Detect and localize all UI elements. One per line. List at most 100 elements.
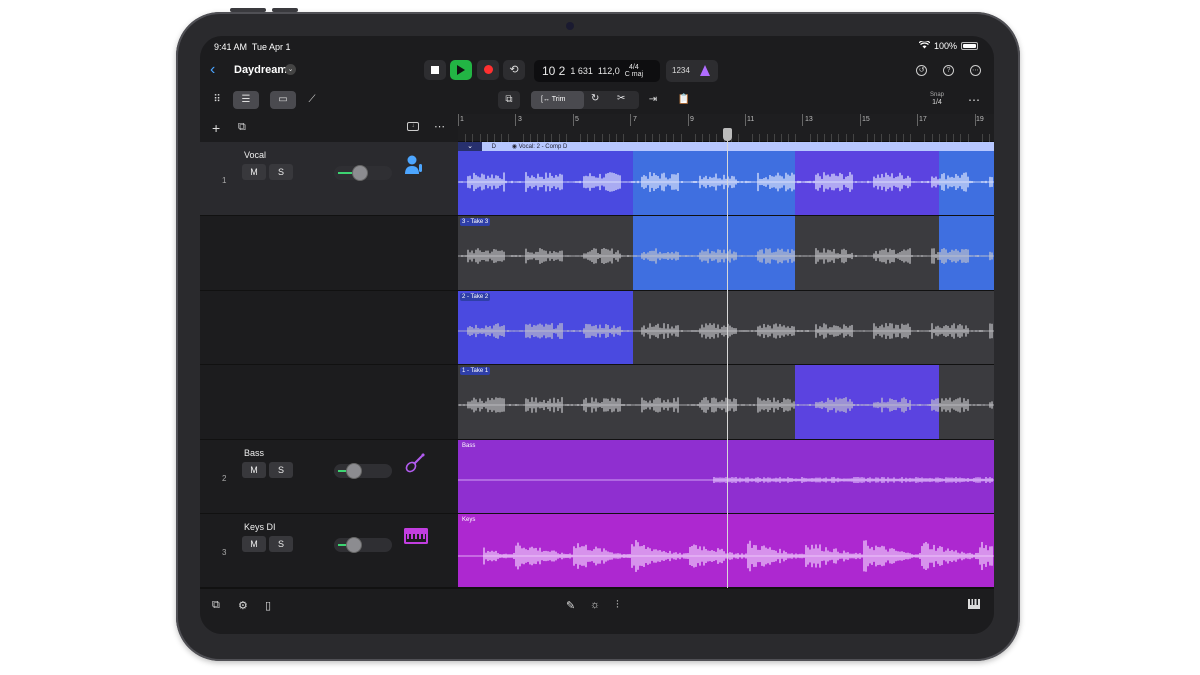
browser-icon[interactable]: ⧉ [212, 599, 220, 612]
ruler-tick [881, 134, 883, 142]
mute-button[interactable]: M [242, 462, 266, 478]
bass-lane[interactable]: Bass [458, 440, 994, 514]
ruler-tick [580, 134, 581, 142]
bar-number: 7 [633, 116, 637, 123]
history-icon[interactable]: ↺ [916, 65, 927, 76]
back-chevron-icon[interactable]: ‹ [210, 61, 215, 79]
automation-icon: ⟋ [308, 94, 316, 105]
ruler-tick [780, 134, 782, 142]
timeline[interactable]: 1 3 5 7 9 11 13 15 17 19 ⌄ D ◉ Vocal: 2 … [458, 114, 994, 588]
take-lane-header [200, 216, 458, 291]
bar-number: 15 [862, 116, 870, 123]
volume-knob[interactable] [352, 165, 368, 181]
take-lane-1[interactable]: 1 - Take 1 [458, 365, 994, 440]
status-right: 100% [918, 40, 978, 51]
play-button[interactable] [450, 60, 472, 80]
ruler-tick [623, 134, 625, 142]
tracks-view-button[interactable]: ☰ [233, 91, 259, 109]
singer-icon[interactable] [404, 154, 426, 181]
battery-percent: 100% [933, 41, 957, 51]
lcd-signature: 4/4 C maj [625, 64, 643, 78]
ruler-tick [551, 134, 553, 142]
bottom-toolbar: ⧉ ⚙ ▯ ✎ ☼ ⫶ [200, 588, 994, 634]
project-title[interactable]: Daydream [234, 64, 287, 76]
bass-guitar-icon[interactable] [404, 452, 426, 479]
bar-number: 9 [690, 116, 694, 123]
metronome-icon[interactable] [700, 65, 710, 76]
count-in-button[interactable]: 1234 [666, 60, 718, 82]
ruler-tick [924, 134, 926, 142]
piano-icon[interactable] [968, 599, 980, 612]
bar-number: 11 [747, 116, 755, 123]
ruler-tick [974, 114, 976, 126]
ruler-tick [874, 134, 876, 142]
ruler-tick [465, 134, 467, 142]
cycle-button[interactable]: ⟲ [503, 60, 525, 80]
ruler-tick [515, 114, 517, 126]
help-icon[interactable]: ? [943, 65, 954, 76]
bar-number: 13 [805, 116, 813, 123]
scissors-icon[interactable]: ✂ [617, 93, 625, 104]
mute-button[interactable]: M [242, 536, 266, 552]
track-name: Bass [244, 448, 265, 458]
add-track-icon[interactable]: + [212, 120, 220, 136]
take-lane-3[interactable]: 3 - Take 3 [458, 216, 994, 291]
play-icon [457, 65, 465, 75]
bar-number: 3 [518, 116, 522, 123]
ruler-tick [981, 134, 983, 142]
more-options-icon[interactable]: ⋯ [968, 93, 980, 107]
trim-button[interactable]: [↔ Trim [531, 91, 584, 109]
playhead-handle[interactable] [723, 128, 732, 141]
volume-slider[interactable] [334, 537, 392, 553]
ruler-tick [773, 134, 775, 142]
lcd-display[interactable]: 10 2 1 631 112,0 4/4 C maj [534, 60, 660, 82]
volume-knob[interactable] [346, 537, 362, 553]
snap-control[interactable]: Snap 1/4 [930, 91, 944, 107]
track-options-icon[interactable]: ⋯ [434, 120, 445, 133]
track-header-keys[interactable]: 3 Keys DI M S [200, 514, 458, 588]
region-view-button[interactable]: ▭ [270, 91, 296, 109]
rectangle-icon: ▭ [278, 94, 288, 105]
plugins-icon[interactable]: ☼ [590, 599, 600, 611]
mixer-icon[interactable]: ⫶ [616, 599, 619, 612]
comp-lane[interactable]: ⌄ D ◉ Vocal: 2 - Comp D [458, 142, 994, 216]
ruler-tick [910, 134, 912, 142]
wifi-icon [918, 40, 931, 51]
ruler-tick [529, 134, 531, 142]
paste-button[interactable]: 📋 [673, 91, 695, 109]
ruler-tick [788, 134, 790, 142]
grid-view-button[interactable]: ⠿ [206, 91, 228, 109]
ruler-tick [745, 114, 746, 126]
solo-button[interactable]: S [269, 536, 293, 552]
volume-knob[interactable] [346, 463, 362, 479]
volume-slider[interactable] [334, 165, 392, 181]
take-lane-2[interactable]: 2 - Take 2 [458, 291, 994, 365]
loop-tool-icon[interactable]: ↻ [591, 93, 599, 104]
ruler-tick [694, 134, 696, 142]
duplicate-track-icon[interactable]: ⧉ [238, 121, 246, 134]
track-header-bass[interactable]: 2 Bass M S [200, 440, 458, 514]
lcd-position: 10 2 [542, 64, 566, 78]
copy-button[interactable]: ⧉ [498, 91, 520, 109]
pencil-icon[interactable]: ✎ [566, 599, 575, 612]
track-header-vocal[interactable]: 1 Vocal M S [200, 142, 458, 216]
info-icon[interactable]: ▯ [265, 599, 271, 612]
split-icon: ⇥ [648, 94, 658, 105]
mute-button[interactable]: M [242, 164, 266, 180]
more-icon[interactable]: ⋯ [970, 65, 981, 76]
solo-button[interactable]: S [269, 164, 293, 180]
split-button[interactable]: ⇥ [643, 91, 663, 109]
keyboard-icon[interactable] [404, 528, 428, 549]
record-button[interactable] [477, 60, 499, 80]
ruler-tick [945, 134, 947, 142]
keys-lane[interactable]: Keys [458, 514, 994, 588]
chevron-down-icon[interactable]: ⌄ [285, 64, 296, 75]
solo-button[interactable]: S [269, 462, 293, 478]
stop-button[interactable] [424, 60, 446, 80]
playhead-line[interactable] [727, 128, 728, 588]
clipboard-icon: 📋 [677, 94, 691, 105]
import-icon[interactable]: ↓ [407, 122, 419, 131]
volume-slider[interactable] [334, 463, 392, 479]
automation-button[interactable]: ⟋ [300, 91, 324, 109]
inspector-icon[interactable]: ⚙ [238, 599, 248, 612]
